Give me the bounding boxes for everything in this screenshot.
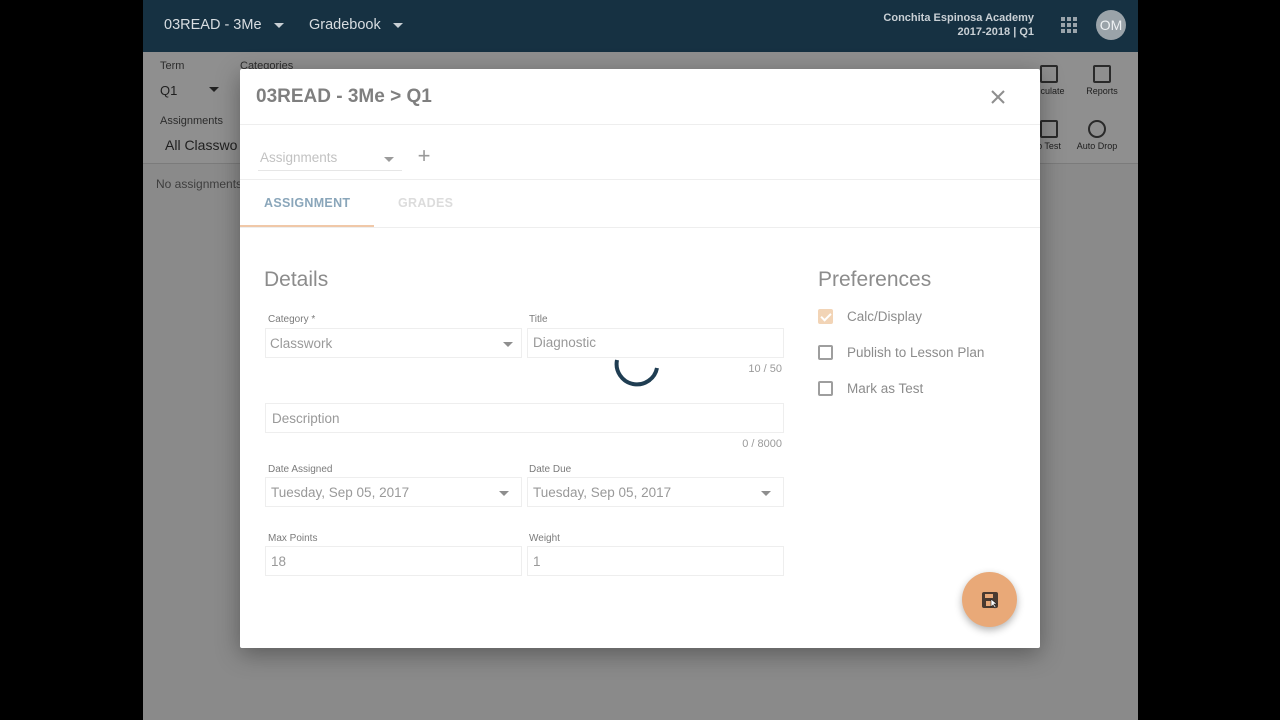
assignments-select-placeholder: Assignments — [260, 150, 338, 165]
chevron-down-icon — [209, 87, 219, 92]
add-assignment-button[interactable]: + — [414, 145, 434, 167]
plus-icon: + — [417, 143, 431, 168]
description-char-counter: 0 / 8000 — [742, 438, 782, 450]
details-heading: Details — [264, 268, 329, 291]
test-label: b Test — [1037, 141, 1061, 151]
chevron-down-icon — [384, 157, 394, 162]
top-app-bar: 03READ - 3Me Gradebook Conchita Espinosa… — [143, 0, 1138, 52]
empty-state-message: No assignments — [156, 177, 243, 191]
title-char-counter: 10 / 50 — [748, 363, 782, 375]
avatar[interactable]: OM — [1096, 10, 1126, 40]
close-icon[interactable] — [988, 87, 1008, 107]
chevron-down-icon — [761, 491, 771, 496]
weight-input[interactable]: 1 — [527, 546, 784, 576]
school-year: 2017-2018 | Q1 — [957, 26, 1034, 38]
date-due-value: Tuesday, Sep 05, 2017 — [533, 485, 672, 500]
calculate-icon — [1040, 65, 1058, 83]
chevron-down-icon — [392, 22, 403, 28]
course-selector[interactable]: 03READ - 3Me — [164, 17, 284, 33]
school-info: Conchita Espinosa Academy 2017-2018 | Q1 — [883, 11, 1034, 39]
description-input[interactable]: Description — [265, 403, 784, 433]
school-name: Conchita Espinosa Academy — [883, 12, 1034, 24]
loading-spinner-icon — [614, 359, 659, 387]
title-label: Title — [529, 314, 548, 325]
assignments-select[interactable]: Assignments — [258, 147, 402, 171]
pref-mark-as-test[interactable]: Mark as Test — [818, 381, 923, 396]
assignments-filter-select[interactable]: All Classwo — [165, 137, 237, 153]
max-points-value: 18 — [271, 554, 287, 569]
date-due-label: Date Due — [529, 464, 572, 475]
category-label: Category * — [268, 314, 316, 325]
max-points-label: Max Points — [268, 533, 318, 544]
title-value: Diagnostic — [533, 335, 597, 350]
save-icon — [981, 591, 998, 608]
remove-circle-icon — [1088, 120, 1106, 138]
chevron-down-icon — [503, 342, 513, 347]
weight-value: 1 — [533, 554, 541, 569]
calc-display-label: Calc/Display — [847, 309, 923, 324]
date-assigned-picker[interactable]: Tuesday, Sep 05, 2017 — [265, 477, 522, 507]
publish-lesson-plan-label: Publish to Lesson Plan — [847, 345, 985, 360]
date-assigned-value: Tuesday, Sep 05, 2017 — [271, 485, 410, 500]
dialog-header: 03READ - 3Me > Q1 — [240, 69, 1040, 125]
term-label: Term — [160, 60, 185, 72]
dialog-title: 03READ - 3Me > Q1 — [256, 86, 432, 107]
tab-grades[interactable]: GRADES — [398, 196, 453, 210]
weight-label: Weight — [529, 533, 560, 544]
chevron-down-icon — [499, 491, 509, 496]
assignments-filter-label: Assignments — [160, 115, 223, 127]
assignment-picker-row: Assignments + — [240, 125, 1040, 180]
auto-drop-label: Auto Drop — [1076, 141, 1118, 151]
view-selector[interactable]: Gradebook — [309, 17, 403, 33]
mark-as-test-label: Mark as Test — [847, 381, 924, 396]
reports-label: Reports — [1086, 86, 1118, 96]
bar-chart-icon — [1093, 65, 1111, 83]
description-placeholder: Description — [272, 411, 340, 426]
category-select[interactable]: Classwork — [265, 328, 522, 358]
auto-drop-button[interactable]: Auto Drop — [1069, 120, 1125, 151]
date-due-picker[interactable]: Tuesday, Sep 05, 2017 — [527, 477, 784, 507]
assignment-dialog: 03READ - 3Me > Q1 Assignments + ASSIGNME… — [240, 69, 1040, 648]
tab-assignment[interactable]: ASSIGNMENT — [264, 196, 350, 210]
mark-as-test-checkbox[interactable] — [818, 381, 833, 396]
max-points-input[interactable]: 18 — [265, 546, 522, 576]
reports-button[interactable]: Reports — [1074, 65, 1130, 96]
date-assigned-label: Date Assigned — [268, 464, 333, 475]
dialog-tabs: ASSIGNMENT GRADES — [240, 180, 1040, 228]
term-select[interactable]: Q1 — [160, 83, 177, 98]
preferences-heading: Preferences — [818, 268, 932, 291]
pref-calc-display[interactable]: Calc/Display — [818, 309, 922, 324]
course-label: 03READ - 3Me — [164, 17, 262, 33]
save-button[interactable] — [962, 572, 1017, 627]
active-tab-indicator — [240, 225, 374, 227]
publish-lesson-plan-checkbox[interactable] — [818, 345, 833, 360]
apps-grid-icon[interactable] — [1061, 17, 1077, 33]
test-icon — [1040, 120, 1058, 138]
view-label: Gradebook — [309, 17, 381, 33]
category-value: Classwork — [270, 336, 333, 351]
calc-display-checkbox[interactable] — [818, 309, 833, 324]
chevron-down-icon — [273, 22, 284, 28]
pref-publish-lesson-plan[interactable]: Publish to Lesson Plan — [818, 345, 984, 360]
